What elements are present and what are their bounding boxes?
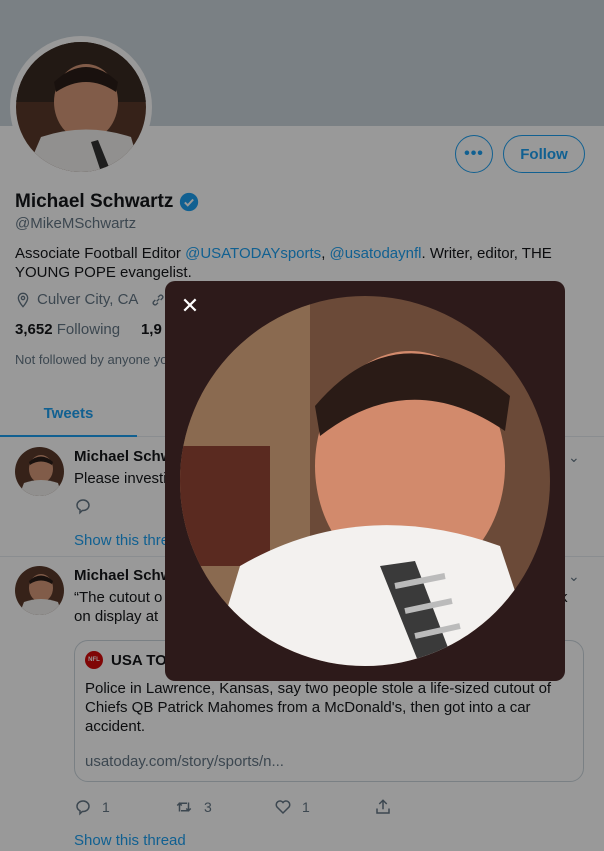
enlarged-avatar-photo [180, 296, 550, 666]
close-icon[interactable]: ✕ [175, 291, 205, 321]
avatar-photo-modal: ✕ [165, 281, 565, 681]
